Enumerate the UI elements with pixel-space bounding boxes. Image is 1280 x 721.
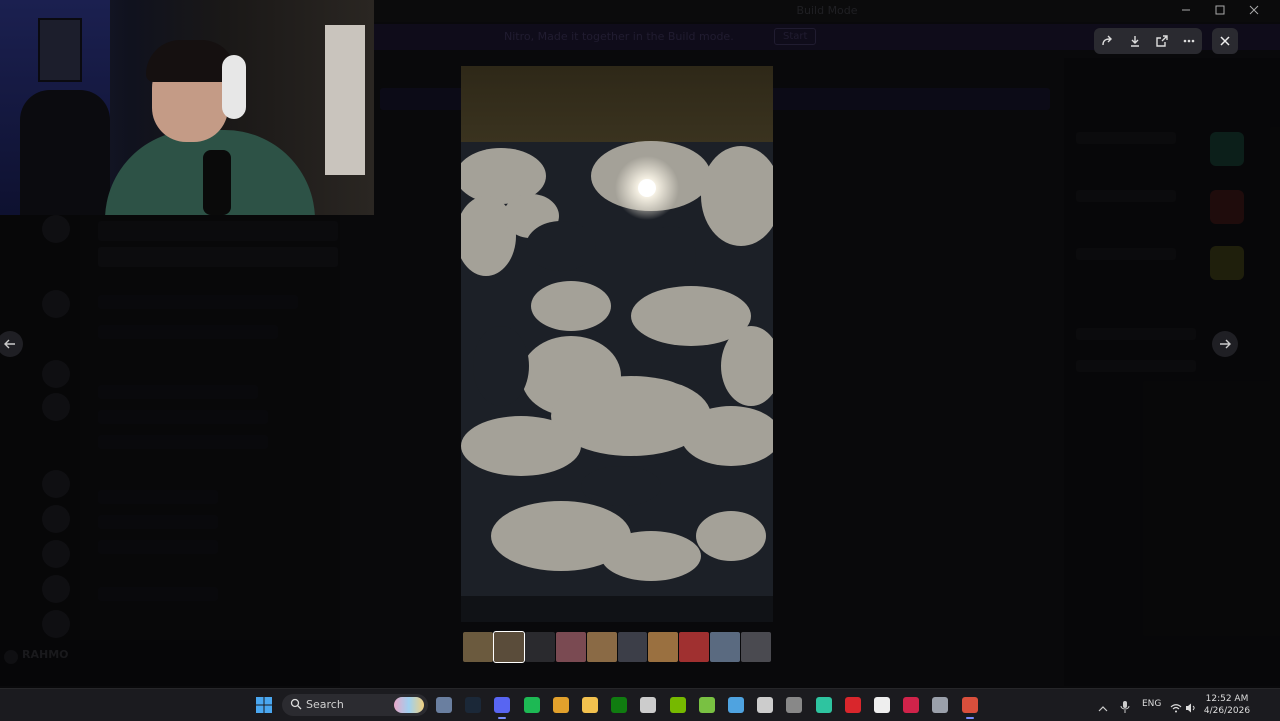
store-app-icon[interactable]: [640, 697, 657, 713]
battery-app-icon[interactable]: [786, 697, 803, 713]
thumbnail-item[interactable]: [555, 632, 586, 662]
taskbar-search[interactable]: Search: [282, 694, 428, 716]
thumbnail-strip: [463, 631, 772, 663]
next-image-button[interactable]: [1212, 331, 1238, 357]
chrome2-app-icon[interactable]: [961, 697, 978, 713]
forward-icon[interactable]: [1098, 31, 1118, 51]
nvidia-app-icon[interactable]: [669, 697, 686, 713]
search-icon: [290, 698, 302, 710]
window-controls: [1180, 4, 1260, 20]
minimize-icon[interactable]: [1180, 4, 1192, 16]
clock-date: 4/26/2026: [1203, 706, 1251, 716]
settings-app-icon[interactable]: [932, 697, 949, 713]
xbox-app-icon[interactable]: [611, 697, 628, 713]
arrow-left-icon: [4, 339, 15, 349]
night-sky-photo: [461, 66, 773, 622]
active-app-indicator: [965, 717, 974, 719]
arrow-right-icon: [1220, 339, 1231, 349]
wps-app-icon[interactable]: [844, 697, 861, 713]
thumbnail-item[interactable]: [710, 632, 741, 662]
window-close-icon[interactable]: [1248, 4, 1260, 16]
thumbnail-item[interactable]: [679, 632, 710, 662]
tray-chevron-icon[interactable]: [1098, 699, 1108, 718]
active-app-indicator: [498, 717, 507, 719]
volume-icon[interactable]: [1185, 698, 1197, 717]
webcam-chair: [20, 90, 110, 215]
windows-icon: [256, 697, 272, 713]
webcam-poster: [38, 18, 82, 82]
search-highlight-image: [394, 697, 424, 713]
start-button[interactable]: [256, 697, 272, 717]
thumbnail-item[interactable]: [617, 632, 648, 662]
thumbnail-item[interactable]: [648, 632, 679, 662]
camera-app-icon[interactable]: [436, 697, 452, 713]
clock-time: 12:52 AM: [1205, 694, 1249, 704]
viewer-close-button[interactable]: [1212, 28, 1238, 54]
chrome-app-icon[interactable]: [552, 697, 569, 713]
thumbnail-item[interactable]: [524, 632, 555, 662]
play-app-icon[interactable]: [698, 697, 715, 713]
phone-app-icon[interactable]: [815, 697, 832, 713]
download-icon[interactable]: [1125, 31, 1145, 51]
microphone-icon[interactable]: [1120, 698, 1130, 717]
webcam-headphones: [222, 55, 246, 119]
wifi-icon[interactable]: [1170, 698, 1182, 717]
spotify-app-icon[interactable]: [523, 697, 540, 713]
notes-app-icon[interactable]: [728, 697, 744, 713]
thumbnail-item[interactable]: [492, 631, 525, 663]
webcam-microphone: [203, 150, 231, 215]
steam-app-icon[interactable]: [465, 697, 482, 713]
system-clock[interactable]: 12:52 AM 4/26/2026: [1200, 693, 1254, 717]
maximize-icon[interactable]: [1214, 4, 1226, 16]
files-app-icon[interactable]: [582, 697, 598, 713]
more-icon[interactable]: [1179, 31, 1199, 51]
adobe-app-icon[interactable]: [903, 697, 920, 713]
close-icon: [1220, 36, 1230, 46]
thumbnail-item[interactable]: [741, 632, 772, 662]
search-label: Search: [306, 698, 344, 711]
capcut-app-icon[interactable]: [874, 697, 890, 713]
webcam-overlay: [0, 0, 374, 215]
discord-app-icon[interactable]: [494, 697, 511, 713]
language-indicator[interactable]: ENG: [1142, 699, 1161, 709]
taskbar: Search ENG 12:52 AM 4/26/2026: [0, 688, 1280, 721]
image-viewer-toolbar: [1094, 28, 1202, 54]
viewer-image: [461, 66, 773, 622]
thumbnail-item[interactable]: [586, 632, 617, 662]
thumbnail-item[interactable]: [463, 632, 493, 662]
open-in-new-icon[interactable]: [1152, 31, 1172, 51]
g-app-icon[interactable]: [757, 697, 774, 713]
webcam-shelf: [325, 25, 365, 175]
